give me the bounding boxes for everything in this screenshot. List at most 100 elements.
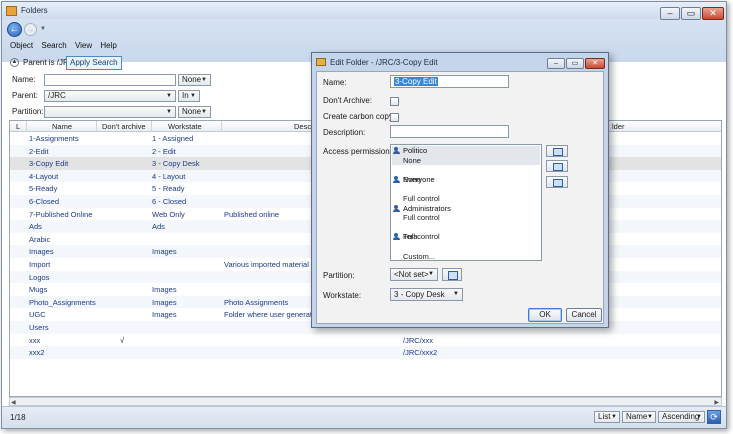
- dont-archive-checkbox[interactable]: [390, 97, 399, 106]
- menu-object[interactable]: Object: [10, 41, 33, 50]
- search-name-input[interactable]: [44, 74, 176, 86]
- col-name[interactable]: Name: [52, 122, 72, 131]
- folder-name-cell: Images: [29, 247, 54, 257]
- description-label: Description:: [323, 128, 366, 137]
- folder-name-cell: Photo_Assignments: [29, 297, 96, 307]
- dialog-name-value: 3-Copy Edit: [394, 77, 438, 86]
- menu-help[interactable]: Help: [100, 41, 116, 50]
- workstate-cell: Images: [152, 310, 177, 320]
- table-row[interactable]: xxx √ /JRC/xxx: [10, 334, 721, 347]
- dont-archive-label: Don't Archive:: [323, 96, 373, 105]
- folder-name-cell: 5-Ready: [29, 184, 58, 194]
- partition-select[interactable]: <Not set> ▼: [390, 268, 438, 281]
- view-mode-value: List: [598, 412, 611, 421]
- edit-permission-icon[interactable]: [546, 160, 568, 172]
- description-cell: Published online: [224, 209, 280, 219]
- col-l[interactable]: L: [16, 122, 20, 131]
- workstate-cell: Images: [152, 247, 177, 257]
- partition-browse-icon[interactable]: [442, 268, 462, 281]
- col-dont-archive[interactable]: Don't archive: [102, 122, 146, 131]
- description-cell: Folder where user generated: [224, 310, 321, 320]
- folder-name-cell: UGC: [29, 310, 46, 320]
- folder-name-cell: 7-Published Online: [29, 209, 93, 219]
- nav-bar: ← → ▼: [2, 19, 726, 39]
- description-input[interactable]: [390, 125, 509, 138]
- workstate-cell: Ads: [152, 222, 165, 232]
- permissions-list[interactable]: Politico None Everyone None Administrators Fu…: [390, 144, 542, 261]
- collapse-up-icon[interactable]: ▲: [10, 58, 19, 67]
- dialog-name-input[interactable]: 3-Copy Edit: [390, 75, 509, 88]
- search-partition-mode-select[interactable]: None ▼: [178, 106, 211, 118]
- workstate-cell: 3 - Copy Desk: [152, 159, 200, 169]
- search-parent-mode-select[interactable]: In ▼: [178, 90, 200, 102]
- col-folder[interactable]: lder: [612, 122, 625, 131]
- workstate-label: Workstate:: [323, 291, 362, 300]
- permission-level[interactable]: Full control: [392, 194, 540, 204]
- user-group-icon: [393, 204, 401, 212]
- folder-name-cell: Users: [29, 323, 49, 332]
- sort-field-value: Name: [626, 412, 648, 421]
- dialog-body: Name: 3-Copy Edit Don't Archive: Create …: [316, 71, 604, 324]
- col-workstate[interactable]: Workstate: [168, 122, 202, 131]
- dialog-name-label: Name:: [323, 78, 347, 87]
- chevron-down-icon: ▼: [696, 414, 702, 420]
- refresh-icon[interactable]: ⟳: [707, 410, 721, 424]
- workstate-select[interactable]: 3 - Copy Desk ▼: [390, 288, 463, 301]
- chevron-down-icon: ▼: [166, 93, 172, 99]
- horizontal-scrollbar[interactable]: ◀ ▶: [9, 397, 722, 406]
- search-partition-select[interactable]: ▼: [44, 106, 176, 118]
- workstate-cell: Images: [152, 297, 177, 307]
- permission-level[interactable]: Full control: [392, 232, 540, 242]
- permission-user-item[interactable]: Politico: [392, 146, 540, 156]
- search-name-mode-select[interactable]: None ▼: [178, 74, 211, 86]
- back-arrow-icon[interactable]: ←: [7, 22, 22, 37]
- search-parent-value: /JRC: [48, 91, 66, 100]
- folder-name-cell: 1-Assignments: [29, 134, 79, 143]
- folder-name-cell: 3-Copy Edit: [29, 159, 69, 169]
- user-group-icon: [393, 147, 401, 154]
- workstate-cell: 6 - Closed: [152, 197, 187, 206]
- folder-name-cell: 6-Closed: [29, 197, 60, 206]
- menu-search[interactable]: Search: [41, 41, 66, 50]
- history-dropdown-icon[interactable]: ▼: [40, 26, 46, 32]
- permission-level[interactable]: None: [392, 155, 540, 166]
- table-row[interactable]: xxx2/JRC/xxx2: [10, 346, 721, 359]
- permission-level[interactable]: Custom...: [392, 252, 540, 260]
- folder-name-cell: 4-Layout: [29, 171, 59, 181]
- scroll-left-icon[interactable]: ◀: [11, 399, 16, 406]
- menu-view[interactable]: View: [75, 41, 92, 50]
- apply-search-button[interactable]: Apply Search: [66, 56, 122, 70]
- workstate-cell: Images: [152, 285, 177, 295]
- permission-level[interactable]: None: [392, 175, 540, 185]
- folder-name-cell: 2-Edit: [29, 146, 49, 156]
- scroll-right-icon[interactable]: ▶: [714, 399, 719, 406]
- chevron-down-icon: ▼: [647, 414, 653, 420]
- folder-name-cell: Import: [29, 260, 51, 269]
- description-cell: Photo Assignments: [224, 297, 289, 307]
- dialog-minimize-button[interactable]: –: [547, 58, 565, 69]
- column-divider: [26, 121, 27, 132]
- search-parent-select[interactable]: /JRC ▼: [44, 90, 176, 102]
- folder-name-cell: Ads: [29, 222, 42, 232]
- add-permission-icon[interactable]: [546, 145, 568, 157]
- permission-user-item[interactable]: Administrators: [392, 204, 540, 214]
- carbon-copy-checkbox[interactable]: [390, 113, 399, 122]
- edit-folder-dialog: Edit Folder - /JRC/3-Copy Edit – ▭ ✕ Nam…: [311, 52, 609, 328]
- sort-order-select[interactable]: Ascending ▼: [658, 411, 705, 423]
- forward-arrow-icon[interactable]: →: [24, 23, 37, 36]
- sort-field-select[interactable]: Name ▼: [622, 411, 656, 423]
- view-mode-select[interactable]: List ▼: [594, 411, 620, 423]
- remove-permission-icon[interactable]: [546, 176, 568, 188]
- chevron-down-icon: ▼: [201, 77, 207, 83]
- window-title: Folders: [21, 6, 48, 15]
- column-divider: [151, 121, 152, 132]
- chevron-down-icon: ▼: [190, 93, 196, 99]
- cancel-button[interactable]: Cancel: [566, 308, 602, 322]
- permission-level[interactable]: Full control: [392, 213, 540, 223]
- dont-archive-cell: √: [120, 335, 125, 345]
- folder-name-cell: Logos: [29, 272, 50, 282]
- ok-button[interactable]: OK: [528, 308, 562, 322]
- chevron-down-icon: ▼: [453, 291, 459, 297]
- dialog-close-button[interactable]: ✕: [585, 58, 605, 69]
- dialog-maximize-button[interactable]: ▭: [566, 58, 584, 69]
